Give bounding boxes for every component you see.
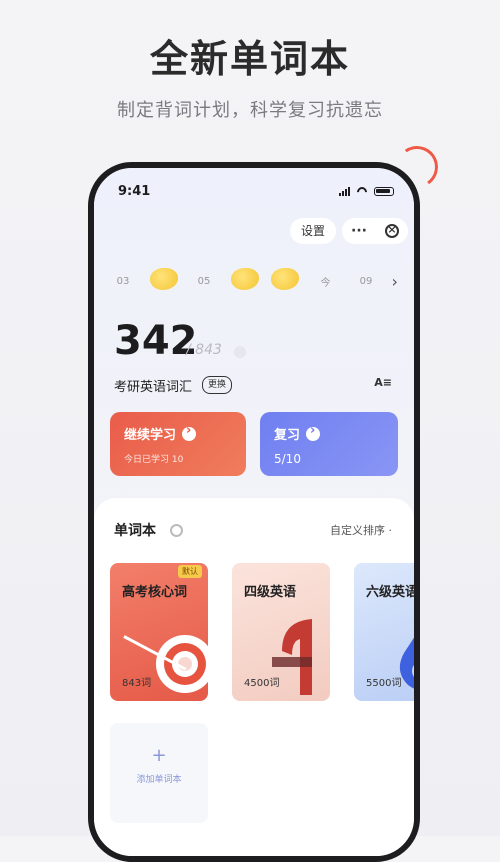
default-badge: 默认 [178,565,202,578]
hero-subtitle: 制定背词计划，科学复习抗遗忘 [117,100,383,121]
settings-button[interactable]: 设置 [290,218,336,244]
continue-label: 继续学习 [124,428,177,443]
close-icon[interactable] [384,223,399,238]
signal-icon [339,186,350,196]
wordbook-card[interactable]: 默认 高考核心词 843词 [110,563,208,701]
add-wordbook-button[interactable]: + 添加单词本 [110,723,208,823]
font-size-icon[interactable]: A≡ [374,376,392,389]
add-wordbook-label: 添加单词本 [136,775,182,785]
day-item[interactable]: 09 [351,276,381,287]
wordbook-count: 843词 [122,678,152,689]
week-checkin-strip: 03 05 今 09 › [108,266,398,296]
change-book-button[interactable]: 更换 [202,376,233,394]
target-illustration-icon [156,635,208,693]
mini-program-capsule: ··· [342,218,408,244]
hero-title: 全新单词本 [149,37,350,81]
wordbook-title: 单词本 [114,523,156,539]
arrow-right-icon [182,423,197,441]
phone-frame: 9:41 设置 ··· 03 05 今 09 › 342 / 843 考研英语词… [88,162,420,862]
sound-icon[interactable] [234,346,246,358]
current-book-name: 考研英语词汇 [114,380,193,395]
wordbook-name: 四级英语 [244,585,297,600]
battery-icon [374,186,394,196]
continue-study-card[interactable]: 继续学习 今日已学习 10 [110,412,246,476]
checkin-blob-icon [230,268,259,290]
day-item[interactable] [149,268,179,294]
status-time: 9:41 [118,184,151,199]
day-item[interactable] [230,268,260,294]
day-item[interactable]: 05 [189,276,219,287]
checkin-blob-icon [149,268,178,290]
day-item[interactable] [270,268,300,294]
total-count: / 843 [186,342,222,358]
checkin-blob-icon [271,268,299,290]
gear-icon[interactable] [170,524,183,537]
review-label: 复习 [274,428,301,443]
review-sub: 5/10 [274,452,301,466]
day-item[interactable]: 今 [311,274,341,289]
wifi-icon [356,187,368,196]
day-item[interactable]: 03 [108,276,138,287]
number-four-illustration-icon [272,619,312,695]
continue-sub: 今日已学习 10 [124,455,184,465]
status-bar: 9:41 [118,184,394,202]
chevron-right-icon[interactable]: › [392,272,398,291]
wordbook-name: 高考核心词 [122,585,188,600]
learned-count: 342 [114,318,198,364]
plus-icon: + [151,745,167,766]
wordbook-name: 六级英语 [366,585,419,600]
wordbook-count: 4500词 [244,678,280,689]
arrow-right-icon [306,423,321,441]
more-button[interactable]: ··· [351,224,367,238]
wordbook-card[interactable]: 四级英语 4500词 [232,563,330,701]
wordbook-count: 5500词 [366,678,402,689]
review-card[interactable]: 复习 5/10 [260,412,398,476]
wordbook-card[interactable]: 六级英语 5500词 [354,563,419,701]
sort-dropdown[interactable]: 自定义排序 · [330,522,392,538]
